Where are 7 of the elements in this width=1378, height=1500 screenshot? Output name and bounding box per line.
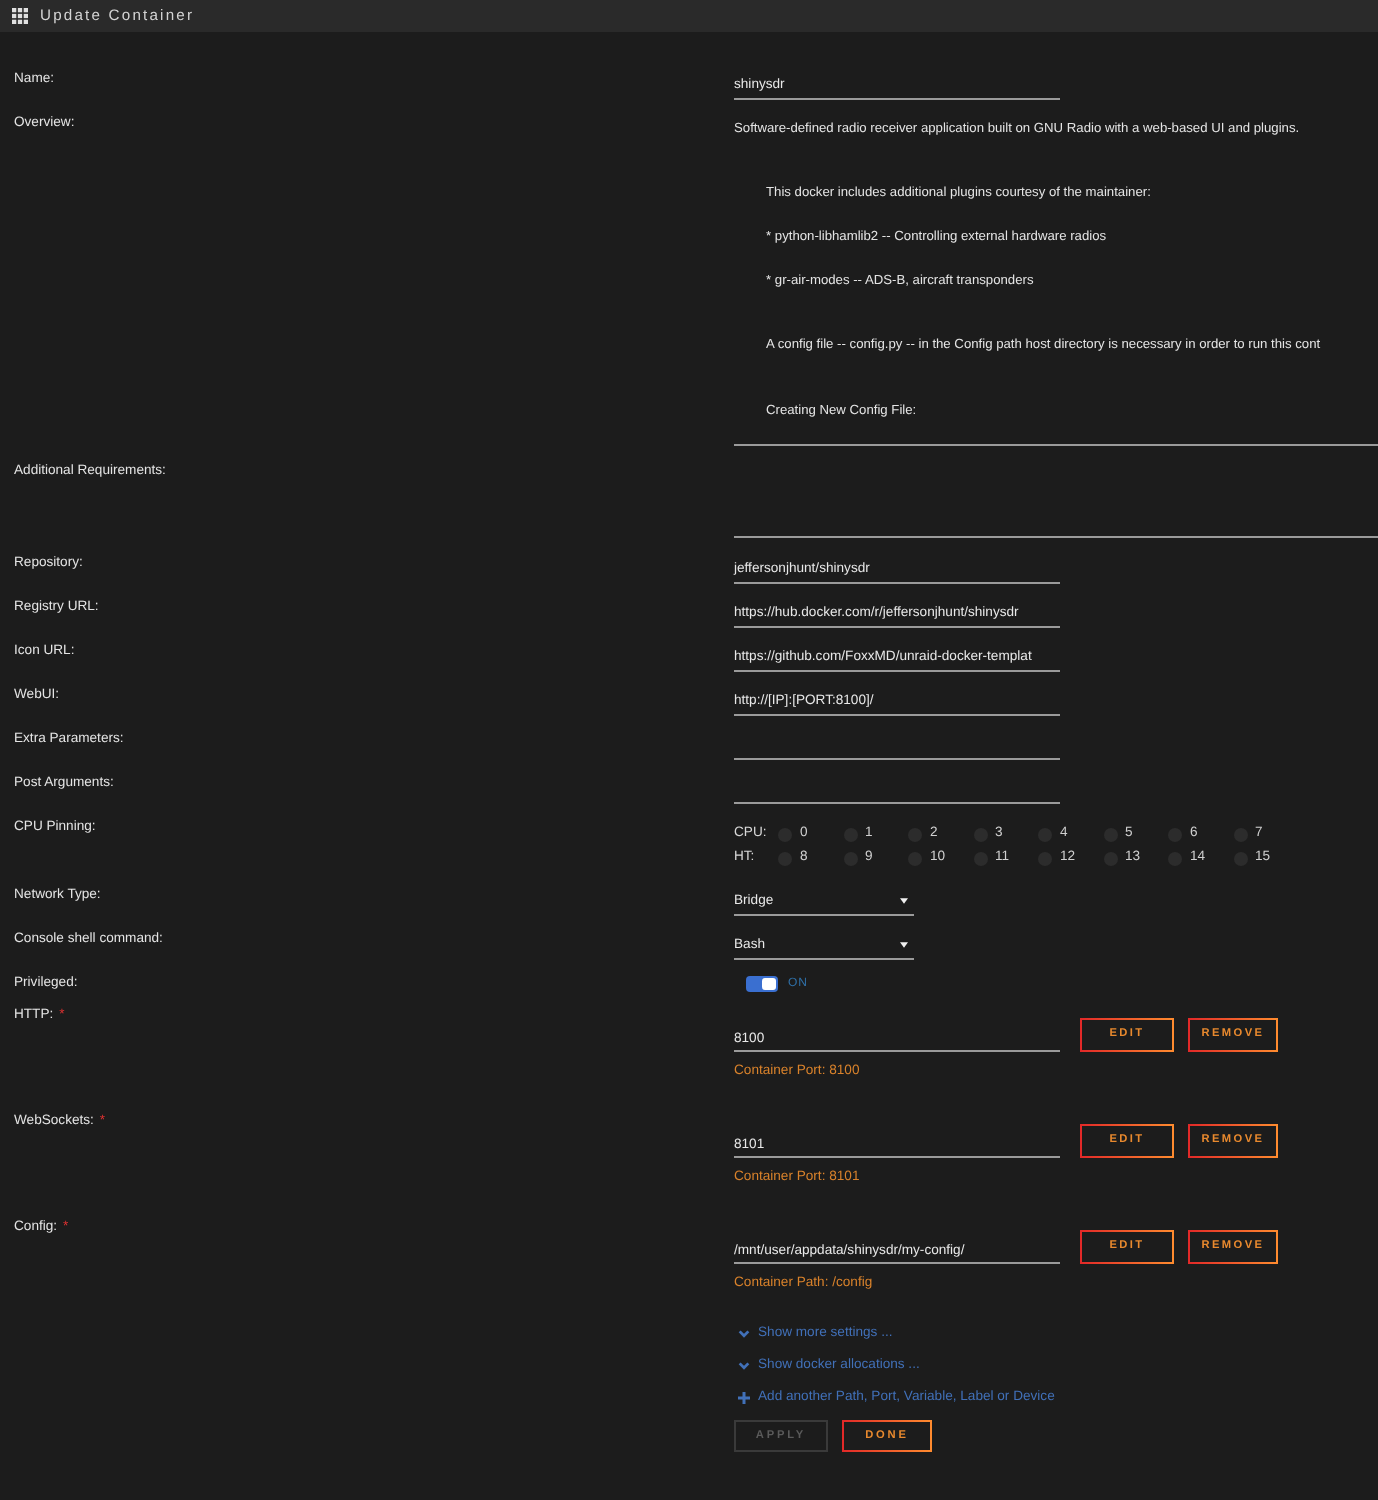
grid-icon	[12, 8, 28, 24]
chevron-down-icon	[738, 1330, 750, 1338]
toggle-switch[interactable]	[746, 976, 778, 992]
caret-icon	[900, 942, 908, 949]
plus-icon	[738, 1392, 750, 1404]
caret-icon	[900, 898, 908, 905]
chevron-down-icon	[738, 1362, 750, 1370]
